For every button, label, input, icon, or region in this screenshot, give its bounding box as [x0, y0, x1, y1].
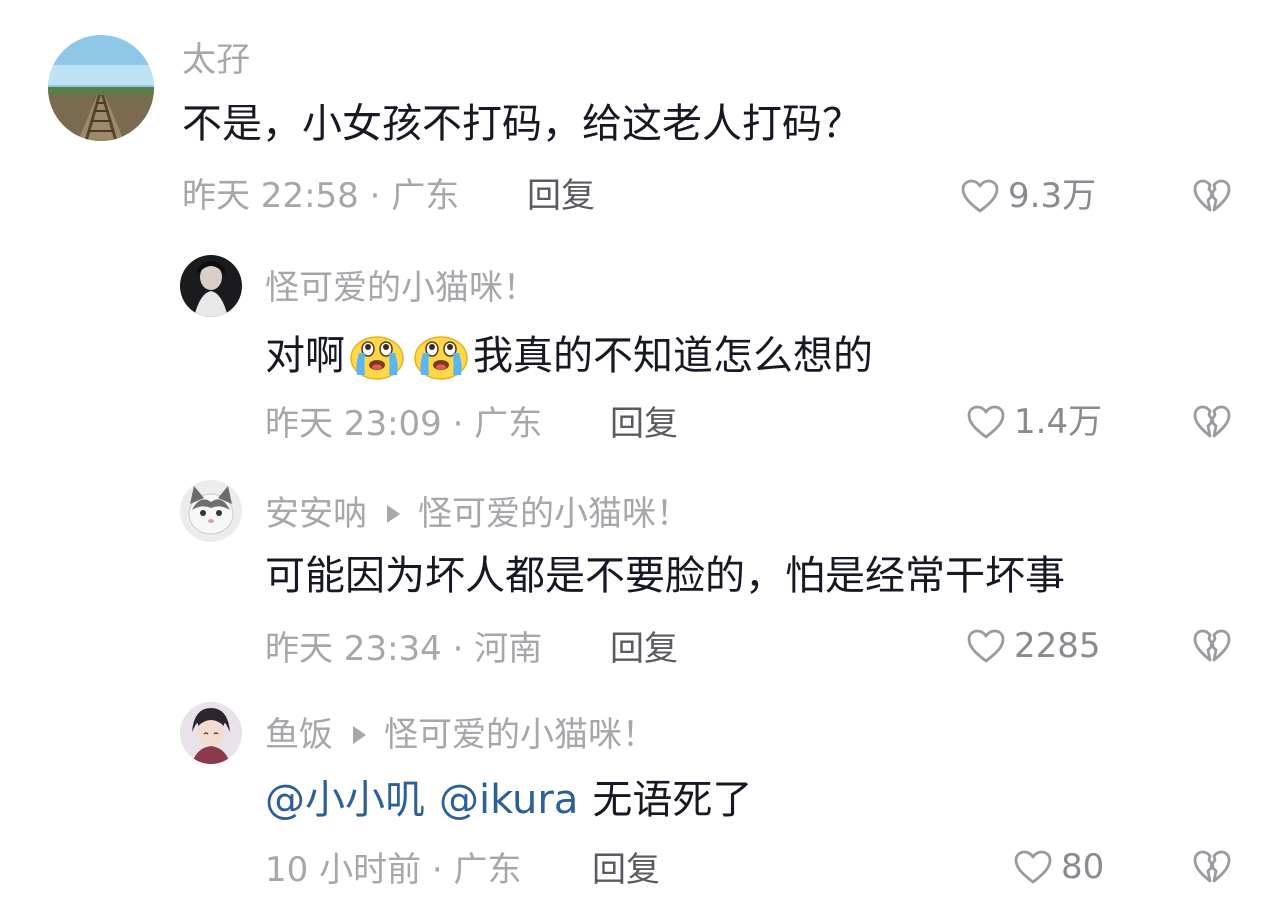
- comment-text-after: 我真的不知道怎么想的: [473, 333, 873, 379]
- like-button[interactable]: 80: [1013, 847, 1104, 887]
- reply-item: 怪可爱的小猫咪！ 对啊 我真的不知道怎么想的 昨天 23:09 · 广东 回复 …: [0, 230, 1284, 460]
- comment-text-before: 对啊: [265, 333, 345, 379]
- comment-author: 鱼饭 怪可爱的小猫咪！: [265, 715, 656, 755]
- comment-author[interactable]: 太孖: [182, 40, 250, 80]
- like-button[interactable]: 2285: [966, 626, 1101, 666]
- reply-item: 安安呐 怪可爱的小猫咪！ 可能因为坏人都是不要脸的，怕是经常干坏事 昨天 23:…: [0, 460, 1284, 685]
- heart-outline-icon: [966, 404, 1006, 440]
- reply-button[interactable]: 回复: [527, 176, 595, 216]
- comment-author[interactable]: 怪可爱的小猫咪！: [265, 268, 537, 308]
- comment-meta: 10 小时前 · 广东: [265, 850, 522, 890]
- avatar[interactable]: [180, 702, 242, 764]
- crying-face-emoji: [349, 331, 405, 381]
- heart-outline-icon: [1013, 849, 1053, 885]
- crying-face-emoji: [413, 331, 469, 381]
- comment-text: @小小叽 @ikura 无语死了: [265, 776, 752, 824]
- avatar[interactable]: [48, 35, 154, 141]
- like-count: 9.3万: [1008, 176, 1097, 216]
- reply-arrow-icon: [387, 505, 400, 523]
- comment-item: 太孖 不是，小女孩不打码，给这老人打码？ 昨天 22:58 · 广东 回复 9.…: [0, 0, 1284, 230]
- comment-text-body: 无语死了: [592, 777, 753, 823]
- comment-meta: 昨天 23:09 · 广东: [265, 404, 543, 444]
- heart-outline-icon: [966, 628, 1006, 664]
- reply-author[interactable]: 安安呐: [265, 494, 367, 534]
- reply-author[interactable]: 鱼饭: [265, 715, 333, 755]
- comment-meta: 昨天 23:34 · 河南: [265, 629, 543, 669]
- reply-button[interactable]: 回复: [592, 850, 660, 890]
- comment-author: 安安呐 怪可爱的小猫咪！: [265, 494, 690, 534]
- mention-link[interactable]: @ikura: [439, 776, 578, 824]
- like-button[interactable]: 9.3万: [960, 176, 1096, 216]
- like-count: 2285: [1014, 626, 1101, 666]
- like-count: 1.4万: [1014, 402, 1103, 442]
- reply-button[interactable]: 回复: [610, 629, 678, 669]
- like-count: 80: [1061, 847, 1105, 887]
- reply-item: 鱼饭 怪可爱的小猫咪！ @小小叽 @ikura 无语死了 10 小时前 · 广东…: [0, 685, 1284, 902]
- heart-outline-icon: [960, 178, 1000, 214]
- reply-button[interactable]: 回复: [610, 404, 678, 444]
- like-button[interactable]: 1.4万: [966, 402, 1102, 442]
- comment-meta: 昨天 22:58 · 广东: [182, 176, 460, 216]
- comment-text: 不是，小女孩不打码，给这老人打码？: [182, 101, 862, 147]
- reply-arrow-icon: [353, 726, 366, 744]
- broken-heart-icon[interactable]: [1192, 628, 1232, 664]
- avatar[interactable]: [180, 255, 242, 317]
- comment-text: 对啊 我真的不知道怎么想的: [265, 331, 873, 381]
- mention-link[interactable]: @小小叽: [265, 776, 425, 824]
- broken-heart-icon[interactable]: [1192, 849, 1232, 885]
- comment-text: 可能因为坏人都是不要脸的，怕是经常干坏事: [265, 553, 1065, 599]
- broken-heart-icon[interactable]: [1192, 404, 1232, 440]
- avatar[interactable]: [180, 480, 242, 542]
- reply-to-user[interactable]: 怪可爱的小猫咪！: [384, 715, 656, 755]
- broken-heart-icon[interactable]: [1192, 178, 1232, 214]
- reply-to-user[interactable]: 怪可爱的小猫咪！: [418, 494, 690, 534]
